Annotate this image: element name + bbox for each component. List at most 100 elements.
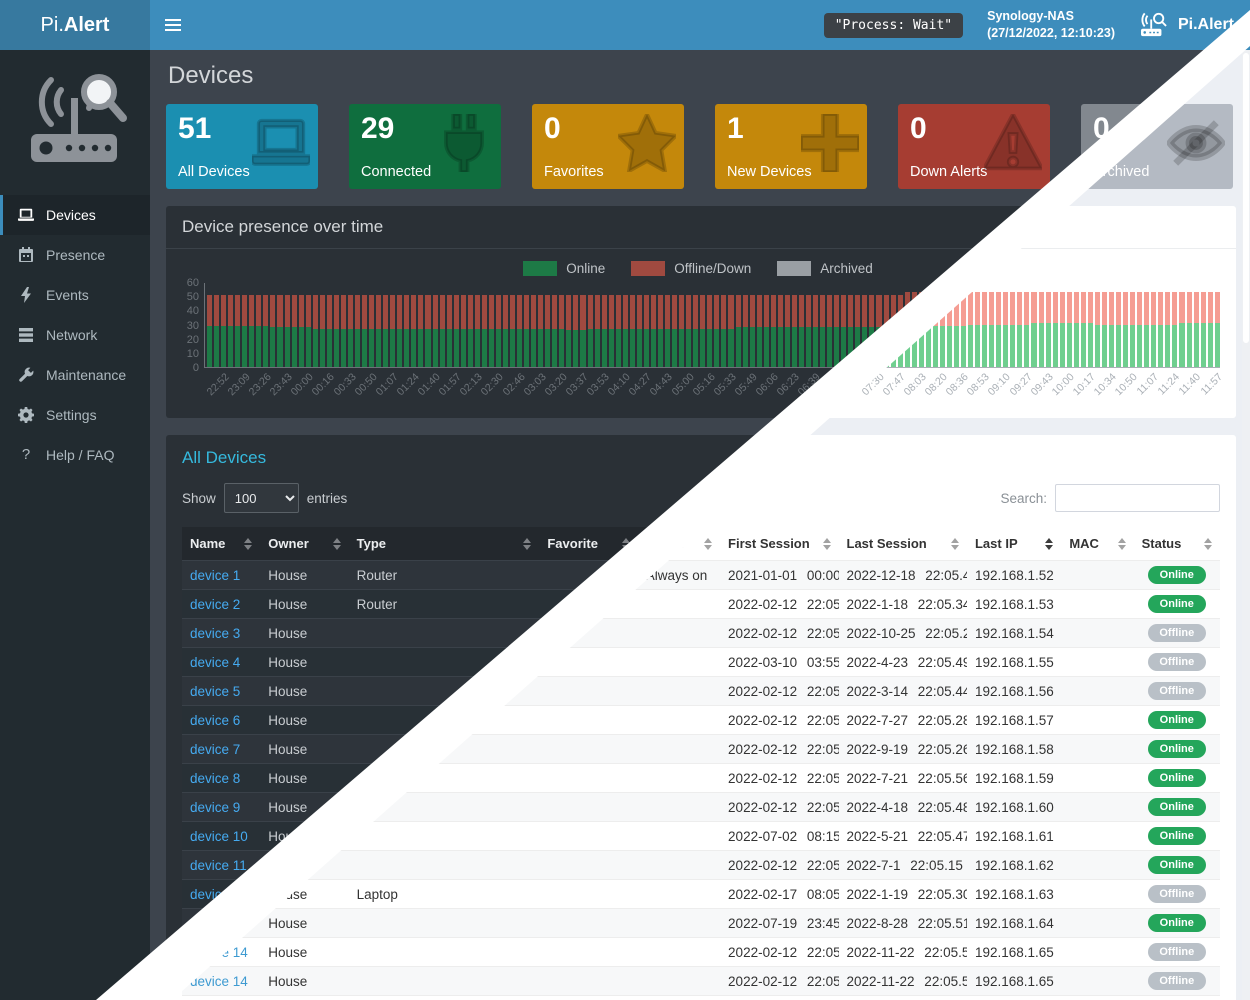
device-link[interactable]: device 7 [190,742,240,757]
cell-mac [1061,764,1133,793]
device-link[interactable]: device 2 [190,597,240,612]
stacked-bar [820,295,825,367]
sidebar-item-devices[interactable]: Devices [0,195,150,235]
x-tick: 00:50 [354,368,375,414]
stacked-bar [531,295,536,367]
page-scrollbar [1242,50,1250,1000]
device-link[interactable]: device 8 [190,771,240,786]
status-badge: Online [1148,856,1206,874]
cell-last_ip: 192.168.1.54 [967,619,1061,648]
summary-card-down[interactable]: 0Down Alerts [898,104,1050,189]
bolt-icon [17,287,35,303]
page-length-select[interactable]: 100 [224,483,299,513]
stacked-bar [996,292,1001,367]
stacked-bar [524,295,529,367]
sidebar-item-events[interactable]: Events [0,275,150,315]
cell-status: Online [1134,822,1220,851]
sidebar-item-presence[interactable]: Presence [0,235,150,275]
x-tick: 23:26 [248,368,269,414]
x-tick: 01:40 [417,368,438,414]
cell-type [349,619,540,648]
column-header-first_session[interactable]: First Session [720,527,838,561]
stacked-bar [1208,292,1213,367]
device-link[interactable]: device 5 [190,684,240,699]
host-datetime: (27/12/2022, 12:10:23) [987,25,1115,42]
stacked-bar [982,292,987,367]
device-link[interactable]: device 11 [190,858,247,873]
cell-mac [1061,938,1133,967]
sidebar-item-help-faq[interactable]: ?Help / FAQ [0,435,150,475]
cell-last_session: 2022-3-14 22:05.44 [839,677,967,706]
cell-last_session: 2022-5-21 22:05.47 [839,822,967,851]
device-link[interactable]: device 10 [190,829,248,844]
summary-card-favorites[interactable]: 0Favorites [532,104,684,189]
cell-name: device 12 [182,880,260,909]
column-header-favorite[interactable]: Favorite [539,527,637,561]
table-row: device 13House2022-07-19 23:452022-8-28 … [182,909,1220,938]
column-header-last_session[interactable]: Last Session [839,527,967,561]
cell-name: device 8 [182,764,260,793]
device-link[interactable]: device 13 [190,916,248,931]
column-header-mac[interactable]: MAC [1061,527,1133,561]
brand-logo[interactable]: Pi.Alert [0,0,150,50]
column-header-name[interactable]: Name [182,527,260,561]
summary-card-new[interactable]: 1New Devices [715,104,867,189]
cell-status: Offline [1134,619,1220,648]
device-link[interactable]: device 12 [190,887,248,902]
cell-favorite [539,561,637,590]
column-header-last_ip[interactable]: Last IP [967,527,1061,561]
sidebar-item-network[interactable]: Network [0,315,150,355]
column-header-owner[interactable]: Owner [260,527,348,561]
cell-group [638,880,720,909]
cell-first_session: 2022-02-12 22:05 [720,677,838,706]
cell-group [638,706,720,735]
device-link[interactable]: device 14 [190,974,248,989]
cell-first_session: 2022-02-12 22:05 [720,938,838,967]
device-link[interactable]: device 6 [190,713,240,728]
stacked-bar [834,295,839,367]
scrollbar-thumb[interactable] [1243,53,1249,343]
search-input[interactable] [1055,484,1220,512]
x-tick: 23:09 [227,368,248,414]
legend-label: Offline/Down [674,261,751,276]
device-link[interactable]: device 3 [190,626,240,641]
status-badge: Online [1148,827,1206,845]
x-tick: 08:20 [924,368,945,414]
x-tick: 02:46 [502,368,523,414]
sidebar-item-maintenance[interactable]: Maintenance [0,355,150,395]
topbar-right: "Process: Wait" Synology-NAS (27/12/2022… [824,8,1250,42]
column-header-status[interactable]: Status [1134,527,1220,561]
cell-favorite [539,851,637,880]
brand-prefix: Pi. [41,14,64,37]
legend-swatch-archived [777,261,811,276]
table-row: device 12HouseLaptop2022-02-17 08:052022… [182,880,1220,909]
cell-first_session: 2022-02-12 22:05 [720,590,838,619]
stacked-bar [750,295,755,367]
stacked-bar [595,295,600,367]
stacked-bar [292,295,297,367]
x-tick: 03:37 [565,368,586,414]
cell-name: device 7 [182,735,260,764]
stacked-bar [242,295,247,367]
x-tick: 06:39 [798,368,819,414]
sidebar-item-settings[interactable]: Settings [0,395,150,435]
device-link[interactable]: device 1 [190,568,240,583]
stacked-bar [686,295,691,367]
stacked-bar [989,292,994,367]
stacked-bar [679,295,684,367]
x-tick: 11:57 [1199,368,1220,414]
entries-label: entries [307,491,348,506]
stacked-bar [1067,292,1072,367]
stacked-bar [1017,292,1022,367]
sidebar-toggle-icon[interactable] [150,0,196,50]
summary-card-all[interactable]: 51All Devices [166,104,318,189]
x-tick: 03:20 [544,368,565,414]
x-tick: 23:43 [269,368,290,414]
summary-card-connected[interactable]: 29Connected [349,104,501,189]
device-link[interactable]: device 4 [190,655,240,670]
cell-last_ip: 192.168.1.53 [967,590,1061,619]
device-link[interactable]: device 9 [190,800,240,815]
stacked-bar [961,292,966,367]
column-header-type[interactable]: Type [349,527,540,561]
sort-icon [823,538,831,550]
